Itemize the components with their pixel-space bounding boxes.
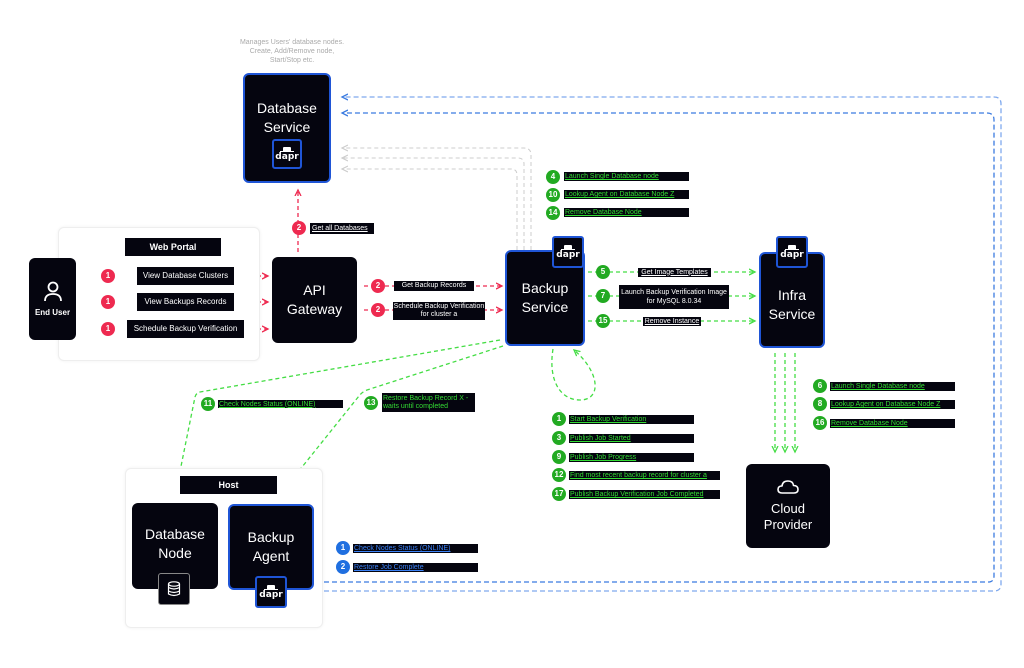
event-label-lookup-agent: Lookup Agent on Database Node Z: [564, 190, 689, 199]
database-icon: [167, 581, 181, 597]
step-badge: 9: [552, 450, 566, 464]
backup-service-title: Backup Service: [521, 280, 569, 315]
step-badge: 13: [364, 396, 378, 410]
event-label-lookup-agent: Lookup Agent on Database Node Z: [830, 400, 955, 409]
event-label-publish-job-completed: Publish Backup Verification Job Complete…: [569, 490, 720, 499]
step-badge: 1: [101, 269, 115, 283]
backup-to-database-service-line-3: [342, 169, 518, 250]
cloud-provider-title: Cloud Provider: [763, 501, 813, 532]
step-badge: 1: [552, 412, 566, 426]
backup-to-database-service-line-2: [342, 158, 525, 250]
event-label-publish-job-started: Publish Job Started: [569, 434, 694, 443]
request-label-launch-verification-image: Launch Backup Verification Image for MyS…: [619, 285, 729, 309]
step-badge: 2: [292, 221, 306, 235]
event-label-find-recent-backup: Find most recent backup record for clust…: [569, 471, 720, 480]
event-label-remove-database-node: Remove Database Node: [830, 419, 955, 428]
step-badge: 4: [546, 170, 560, 184]
event-label-start-backup-verification: Start Backup Verification: [569, 415, 694, 424]
backup-to-database-service-line-1: [342, 148, 532, 250]
agent-to-database-service-line-1: [316, 113, 995, 583]
backup-agent-title: Backup Agent: [247, 529, 295, 564]
request-label-get-image-templates: Get Image Templates: [638, 268, 711, 277]
database-node-title: Database Node: [145, 526, 205, 561]
step-badge: 8: [813, 397, 827, 411]
step-badge: 2: [371, 279, 385, 293]
database-service-note: Manages Users' database nodes. Create, A…: [239, 39, 345, 64]
event-label-check-nodes-status: Check Nodes Status (ONLINE): [353, 544, 478, 553]
step-badge: 17: [552, 487, 566, 501]
request-label-restore-backup-record: Restore Backup Record X - waits until co…: [382, 393, 475, 412]
event-label-launch-single-database-node: Launch Single Database node: [564, 172, 689, 181]
dapr-icon: dapr: [272, 139, 302, 169]
event-label-remove-database-node: Remove Database Node: [564, 208, 689, 217]
step-badge: 3: [552, 431, 566, 445]
dapr-icon: dapr: [255, 576, 287, 608]
step-badge: 6: [813, 379, 827, 393]
step-badge: 16: [813, 416, 827, 430]
step-badge: 12: [552, 468, 566, 482]
step-badge: 1: [101, 295, 115, 309]
step-badge: 15: [596, 314, 610, 328]
database-icon-box: [158, 573, 190, 605]
dapr-icon: dapr: [776, 236, 808, 268]
end-user-node[interactable]: End User: [29, 258, 76, 340]
infra-service-title: Infra Service: [768, 287, 816, 322]
user-icon: [43, 281, 62, 302]
request-label-get-backup-records: Get Backup Records: [394, 281, 474, 291]
request-label-check-nodes-status: Check Nodes Status (ONLINE): [218, 400, 343, 408]
request-label-view-database-clusters: View Database Clusters: [137, 267, 234, 285]
database-service-title: Database Service: [257, 100, 317, 135]
step-badge: 2: [371, 303, 385, 317]
request-label-schedule-verification-cluster: Schedule Backup Verification for cluster…: [393, 302, 485, 320]
event-label-publish-job-progress: Publish Job Progress: [569, 453, 694, 462]
cloud-provider-node[interactable]: Cloud Provider: [746, 464, 830, 548]
step-badge: 11: [201, 397, 215, 411]
request-label-get-all-databases: Get all Databases: [310, 223, 374, 234]
step-badge: 5: [596, 265, 610, 279]
dapr-icon: dapr: [552, 236, 584, 268]
host-title: Host: [180, 476, 277, 494]
backup-self-loop-line: [551, 348, 596, 401]
api-gateway-title: API Gateway: [286, 282, 343, 317]
api-gateway-node[interactable]: API Gateway: [272, 257, 357, 343]
end-user-label: End User: [34, 308, 71, 317]
step-badge: 2: [336, 560, 350, 574]
step-badge: 1: [336, 541, 350, 555]
cloud-icon: [777, 480, 799, 494]
web-portal-title: Web Portal: [125, 238, 221, 256]
request-label-remove-instance: Remove Instance: [643, 317, 701, 326]
step-badge: 7: [596, 289, 610, 303]
step-badge: 14: [546, 206, 560, 220]
step-badge: 1: [101, 322, 115, 336]
request-label-view-backups-records: View Backups Records: [137, 293, 234, 311]
event-label-launch-single-database-node: Launch Single Database node: [830, 382, 955, 391]
step-badge: 10: [546, 188, 560, 202]
request-label-schedule-backup-verification: Schedule Backup Verification: [127, 320, 244, 338]
event-label-restore-job-complete: Restore Job Complete: [353, 563, 478, 572]
